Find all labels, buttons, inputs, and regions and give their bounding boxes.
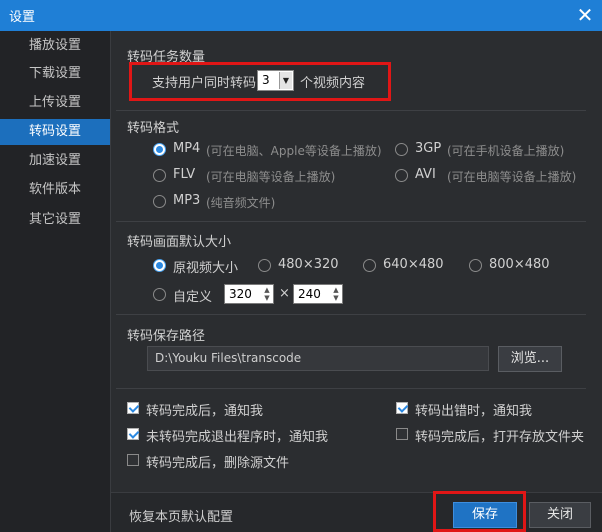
close-icon[interactable]: ✕ [574,3,596,27]
task-count-title: 转码任务数量 [127,50,206,65]
sidebar-item-playback[interactable]: 播放设置 [0,33,110,59]
divider [116,388,586,389]
checkbox-notify-error-label: 转码出错时，通知我 [415,404,533,419]
size-custom-times: × [279,286,290,301]
close-button[interactable]: 关闭 [529,502,591,528]
checkbox-notify-error[interactable] [396,402,408,414]
radio-3gp[interactable] [395,143,408,156]
title-bar: 设置 ✕ [0,0,602,31]
divider [116,110,586,111]
format-mp3-desc: (纯音频文件) [206,196,276,210]
radio-custom-size[interactable] [153,288,166,301]
size-custom-label: 自定义 [173,290,213,305]
radio-flv[interactable] [153,169,166,182]
size-800x480-label: 800×480 [489,257,550,272]
divider [116,314,586,315]
format-3gp-desc: (可在手机设备上播放) [447,144,565,158]
save-path-input[interactable]: D:\Youku Files\transcode [147,346,489,371]
task-count-select[interactable]: 3 ▼ [257,70,294,91]
format-avi-name: AVI [415,167,436,182]
radio-480x320[interactable] [258,259,271,272]
format-3gp-name: 3GP [415,141,442,156]
checkbox-open-folder-label: 转码完成后，打开存放文件夹 [415,430,585,445]
size-title: 转码画面默认大小 [127,235,232,250]
save-button[interactable]: 保存 [453,502,517,528]
radio-avi[interactable] [395,169,408,182]
size-480x320-label: 480×320 [278,257,339,272]
window-title: 设置 [9,10,36,25]
radio-800x480[interactable] [469,259,482,272]
transcode-settings-panel: 转码任务数量 支持用户同时转码 3 ▼ 个视频内容 转码格式 MP4 (可在电脑… [111,31,602,532]
size-original-label: 原视频大小 [173,261,239,276]
sidebar: 播放设置 下载设置 上传设置 转码设置 加速设置 软件版本 其它设置 [0,31,111,532]
format-avi-desc: (可在电脑等设备上播放) [447,170,577,184]
checkbox-delete-source[interactable] [127,454,139,466]
checkbox-notify-complete-label: 转码完成后，通知我 [146,404,264,419]
radio-original-size[interactable] [153,259,166,272]
radio-mp4[interactable] [153,143,166,156]
restore-defaults-link[interactable]: 恢复本页默认配置 [129,506,233,525]
sidebar-item-transcode[interactable]: 转码设置 [0,119,110,145]
custom-width-value: 320 [229,287,252,301]
stepper-arrows-icon[interactable]: ▲ ▼ [262,286,272,302]
checkbox-notify-complete[interactable] [127,402,139,414]
chevron-down-icon[interactable]: ▼ [279,72,292,89]
radio-mp3[interactable] [153,195,166,208]
task-count-prefix: 支持用户同时转码 [152,76,257,91]
footer-bar: 恢复本页默认配置 保存 关闭 [111,492,602,532]
format-mp4-desc: (可在电脑、Apple等设备上播放) [206,144,382,158]
sidebar-item-version[interactable]: 软件版本 [0,177,110,203]
checkbox-notify-exit[interactable] [127,428,139,440]
format-title: 转码格式 [127,121,180,136]
checkbox-open-folder[interactable] [396,428,408,440]
sidebar-item-other[interactable]: 其它设置 [0,207,110,233]
custom-height-stepper[interactable]: 240 ▲ ▼ [293,284,343,304]
save-path-title: 转码保存路径 [127,329,206,344]
custom-width-stepper[interactable]: 320 ▲ ▼ [224,284,274,304]
format-flv-desc: (可在电脑等设备上播放) [206,170,336,184]
sidebar-item-download[interactable]: 下载设置 [0,61,110,87]
task-count-suffix: 个视频内容 [300,76,366,91]
format-mp3-name: MP3 [173,193,201,208]
format-flv-name: FLV [173,167,196,182]
browse-button[interactable]: 浏览... [498,346,562,372]
custom-height-value: 240 [298,287,321,301]
checkbox-delete-source-label: 转码完成后，删除源文件 [146,456,290,471]
divider [116,221,586,222]
sidebar-item-acceleration[interactable]: 加速设置 [0,148,110,174]
sidebar-item-upload[interactable]: 上传设置 [0,90,110,116]
size-640x480-label: 640×480 [383,257,444,272]
checkbox-notify-exit-label: 未转码完成退出程序时，通知我 [146,430,329,445]
task-count-value: 3 [262,73,270,87]
format-mp4-name: MP4 [173,141,201,156]
stepper-arrows-icon[interactable]: ▲ ▼ [331,286,341,302]
radio-640x480[interactable] [363,259,376,272]
